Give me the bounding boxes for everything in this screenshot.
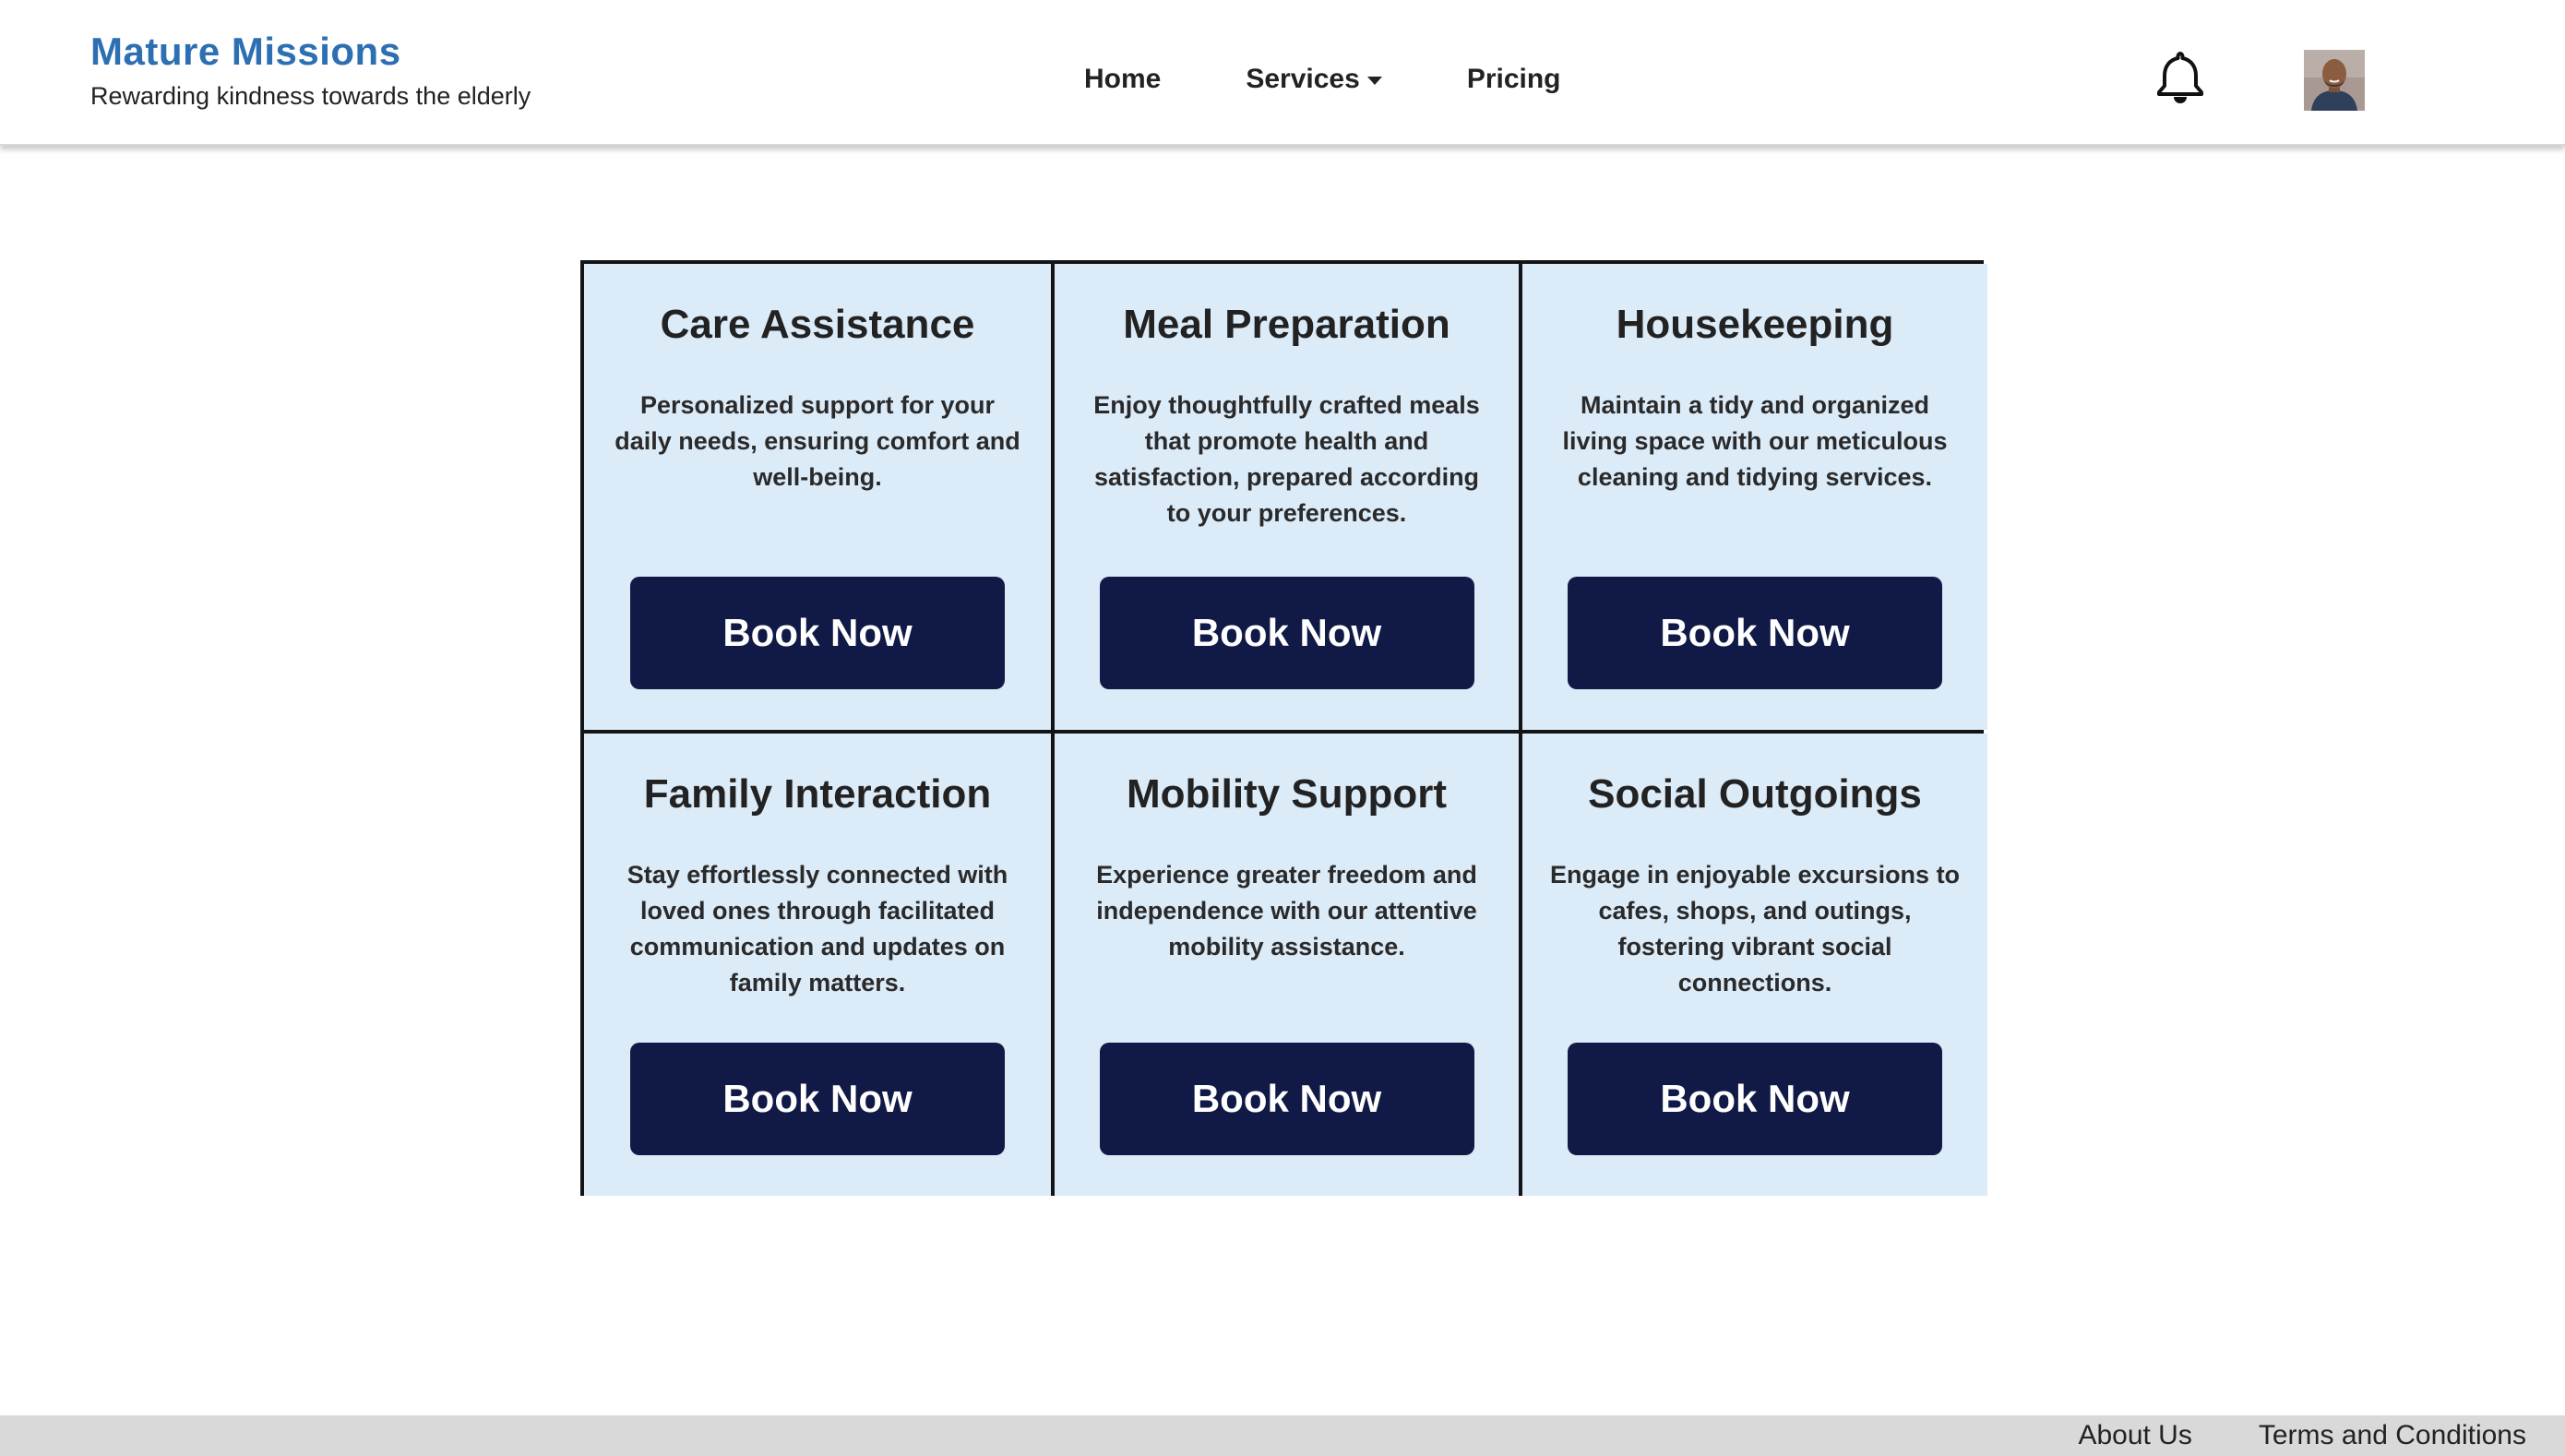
nav-item-pricing[interactable]: Pricing bbox=[1467, 59, 1561, 100]
nav-item-services[interactable]: Services bbox=[1246, 59, 1382, 100]
service-title: Social Outgoings bbox=[1588, 771, 1922, 817]
nav-item-label: Home bbox=[1084, 64, 1162, 94]
footer-link-terms[interactable]: Terms and Conditions bbox=[2259, 1415, 2526, 1456]
book-now-button[interactable]: Book Now bbox=[1099, 577, 1474, 689]
service-description: Stay effortlessly connected with loved o… bbox=[626, 861, 1008, 997]
service-title: Family Interaction bbox=[643, 771, 992, 817]
brand-tagline: Rewarding kindness towards the elderly bbox=[90, 82, 531, 110]
nav-item-label: Pricing bbox=[1466, 64, 1561, 94]
site-header: Mature Missions Rewarding kindness towar… bbox=[0, 0, 2565, 146]
avatar[interactable] bbox=[2304, 50, 2365, 111]
service-description: Personalized support for your daily need… bbox=[614, 391, 1020, 491]
service-description: Experience greater freedom and independe… bbox=[1096, 861, 1477, 961]
services-grid: Care Assistance Personalized support for… bbox=[580, 260, 1987, 1196]
chevron-down-icon bbox=[1366, 76, 1382, 85]
service-description: Engage in enjoyable excursions to cafes,… bbox=[1549, 861, 1961, 997]
service-title: Care Assistance bbox=[660, 302, 975, 347]
service-description: Maintain a tidy and organized living spa… bbox=[1562, 391, 1948, 491]
book-now-button[interactable]: Book Now bbox=[630, 577, 1005, 689]
service-card-housekeeping: Housekeeping Maintain a tidy and organiz… bbox=[1522, 264, 1987, 730]
nav-item-label: Services bbox=[1246, 64, 1360, 94]
service-description: Enjoy thoughtfully crafted meals that pr… bbox=[1093, 391, 1480, 527]
main-nav: Home Services Pricing bbox=[1084, 59, 1561, 100]
book-now-button[interactable]: Book Now bbox=[1568, 577, 1942, 689]
site-footer: About Us Terms and Conditions bbox=[0, 1415, 2565, 1456]
service-title: Housekeeping bbox=[1616, 302, 1894, 347]
service-title: Meal Preparation bbox=[1123, 302, 1450, 347]
nav-item-home[interactable]: Home bbox=[1084, 59, 1161, 100]
footer-links: About Us Terms and Conditions bbox=[2078, 1415, 2526, 1456]
service-title: Mobility Support bbox=[1126, 771, 1448, 817]
brand-title[interactable]: Mature Missions bbox=[90, 28, 531, 76]
book-now-button[interactable]: Book Now bbox=[1568, 1043, 1942, 1155]
book-now-button[interactable]: Book Now bbox=[1099, 1043, 1474, 1155]
page: Mature Missions Rewarding kindness towar… bbox=[0, 0, 2565, 1456]
bell-icon[interactable] bbox=[2153, 49, 2208, 106]
brand: Mature Missions Rewarding kindness towar… bbox=[90, 28, 531, 111]
footer-link-about-us[interactable]: About Us bbox=[2078, 1415, 2191, 1456]
service-card-family-interaction: Family Interaction Stay effortlessly con… bbox=[584, 734, 1051, 1196]
service-card-meal-preparation: Meal Preparation Enjoy thoughtfully craf… bbox=[1055, 264, 1519, 730]
service-card-social-outgoings: Social Outgoings Engage in enjoyable exc… bbox=[1522, 734, 1987, 1196]
book-now-button[interactable]: Book Now bbox=[630, 1043, 1005, 1155]
service-card-care-assistance: Care Assistance Personalized support for… bbox=[584, 264, 1051, 730]
service-card-mobility-support: Mobility Support Experience greater free… bbox=[1055, 734, 1519, 1196]
